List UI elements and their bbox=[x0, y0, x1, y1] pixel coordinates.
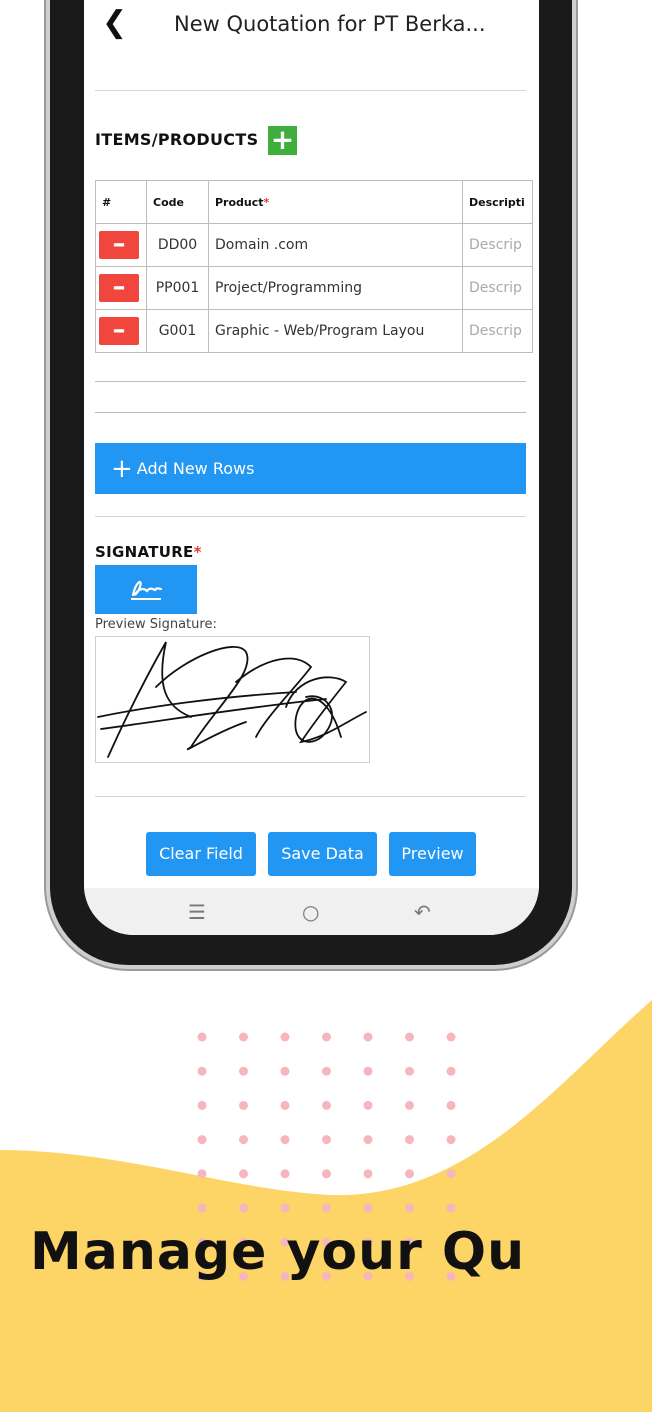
back-icon[interactable]: ↶ bbox=[414, 900, 431, 924]
divider bbox=[95, 516, 526, 517]
preview-signature-label: Preview Signature: bbox=[95, 617, 217, 632]
decorative-dot bbox=[405, 1135, 414, 1145]
add-new-rows-label: Add New Rows bbox=[136, 459, 255, 478]
column-header-index: # bbox=[95, 180, 147, 224]
cell-code[interactable]: PP001 bbox=[146, 266, 209, 310]
decorative-dot bbox=[405, 1032, 414, 1042]
decorative-dot bbox=[322, 1169, 331, 1179]
remove-row-button[interactable]: – bbox=[99, 274, 139, 302]
required-asterisk: * bbox=[263, 195, 270, 209]
divider bbox=[95, 90, 526, 91]
decorative-dot bbox=[280, 1032, 290, 1042]
decorative-dot bbox=[197, 1203, 207, 1213]
decorative-dot bbox=[239, 1169, 248, 1179]
decorative-dot bbox=[446, 1066, 456, 1076]
table-row: – G001 Graphic - Web/Program Layou Descr… bbox=[95, 309, 533, 353]
items-section-title: ITEMS/PRODUCTS bbox=[95, 130, 259, 149]
decorative-dot bbox=[239, 1135, 248, 1145]
column-header-product-label: Product bbox=[215, 195, 264, 209]
table-header-row: # Code Product* Descripti bbox=[95, 180, 533, 224]
signature-section-title: SIGNATURE* bbox=[95, 543, 202, 561]
empty-row-line bbox=[95, 381, 526, 382]
decorative-dot bbox=[280, 1169, 290, 1179]
items-table: # Code Product* Descripti – DD00 Domain … bbox=[95, 180, 533, 353]
column-header-description: Descripti bbox=[462, 180, 533, 224]
cell-code[interactable]: DD00 bbox=[146, 223, 209, 267]
clear-field-button[interactable]: Clear Field bbox=[146, 832, 256, 876]
decorative-dot bbox=[197, 1066, 207, 1076]
add-item-button[interactable]: + bbox=[268, 126, 297, 155]
cell-description[interactable]: Descrip bbox=[462, 309, 533, 353]
page-title: New Quotation for PT Berka... bbox=[174, 12, 486, 36]
remove-row-button[interactable]: – bbox=[99, 231, 139, 259]
decorative-dot bbox=[197, 1135, 207, 1145]
decorative-dot bbox=[405, 1100, 414, 1110]
decorative-dot bbox=[280, 1100, 290, 1110]
remove-row-button[interactable]: – bbox=[99, 317, 139, 345]
divider bbox=[95, 796, 526, 797]
decorative-dot bbox=[280, 1203, 290, 1213]
empty-row-line bbox=[95, 412, 526, 413]
cell-description[interactable]: Descrip bbox=[462, 223, 533, 267]
menu-icon[interactable]: ☰ bbox=[188, 900, 206, 924]
decorative-dot bbox=[197, 1100, 207, 1110]
decorative-dot bbox=[363, 1135, 373, 1145]
save-data-button[interactable]: Save Data bbox=[268, 832, 377, 876]
phone-screen: ❮ New Quotation for PT Berka... ITEMS/PR… bbox=[84, 0, 539, 935]
plus-icon: + bbox=[111, 454, 133, 484]
preview-button[interactable]: Preview bbox=[389, 832, 476, 876]
decorative-dot bbox=[446, 1135, 456, 1145]
decorative-dot bbox=[239, 1100, 248, 1110]
decorative-dot bbox=[405, 1203, 414, 1213]
signature-preview-box bbox=[95, 636, 370, 763]
decorative-dot bbox=[363, 1066, 373, 1076]
decorative-dot bbox=[322, 1066, 331, 1076]
decorative-dot bbox=[363, 1032, 373, 1042]
required-asterisk: * bbox=[193, 543, 202, 561]
signature-pen-icon bbox=[131, 580, 163, 600]
cell-product[interactable]: Graphic - Web/Program Layou bbox=[208, 309, 463, 353]
decorative-dot bbox=[197, 1169, 207, 1179]
signature-title-label: SIGNATURE bbox=[95, 543, 194, 561]
marketing-headline: Manage your Qu bbox=[30, 1222, 526, 1282]
decorative-dot bbox=[322, 1203, 331, 1213]
decorative-dot bbox=[280, 1066, 290, 1076]
decorative-dot bbox=[446, 1032, 456, 1042]
decorative-dot bbox=[363, 1100, 373, 1110]
decorative-dot bbox=[405, 1169, 414, 1179]
decorative-dot bbox=[363, 1203, 373, 1213]
decorative-dot bbox=[239, 1203, 248, 1213]
decorative-dot bbox=[197, 1032, 207, 1042]
column-header-code: Code bbox=[146, 180, 209, 224]
decorative-dot bbox=[239, 1032, 248, 1042]
signature-drawing bbox=[97, 641, 367, 758]
decorative-dot bbox=[363, 1169, 373, 1179]
app-header: ❮ New Quotation for PT Berka... bbox=[84, 0, 539, 90]
decorative-dot bbox=[446, 1169, 456, 1179]
decorative-dot bbox=[239, 1066, 248, 1076]
decorative-dot bbox=[446, 1203, 456, 1213]
back-arrow-icon[interactable]: ❮ bbox=[102, 6, 127, 40]
system-navigation-bar: ☰ ○ ↶ bbox=[84, 888, 539, 935]
cell-code[interactable]: G001 bbox=[146, 309, 209, 353]
decorative-dot bbox=[322, 1135, 331, 1145]
home-icon[interactable]: ○ bbox=[302, 900, 319, 924]
table-row: – PP001 Project/Programming Descrip bbox=[95, 266, 533, 310]
decorative-dot bbox=[280, 1135, 290, 1145]
cell-description[interactable]: Descrip bbox=[462, 266, 533, 310]
cell-product[interactable]: Project/Programming bbox=[208, 266, 463, 310]
decorative-dot bbox=[446, 1100, 456, 1110]
table-row: – DD00 Domain .com Descrip bbox=[95, 223, 533, 267]
decorative-dot bbox=[322, 1032, 331, 1042]
decorative-dot bbox=[322, 1100, 331, 1110]
signature-button[interactable] bbox=[95, 565, 197, 614]
add-new-rows-button[interactable]: + Add New Rows bbox=[95, 443, 526, 494]
decorative-dot bbox=[405, 1066, 414, 1076]
cell-product[interactable]: Domain .com bbox=[208, 223, 463, 267]
column-header-product: Product* bbox=[208, 180, 463, 224]
